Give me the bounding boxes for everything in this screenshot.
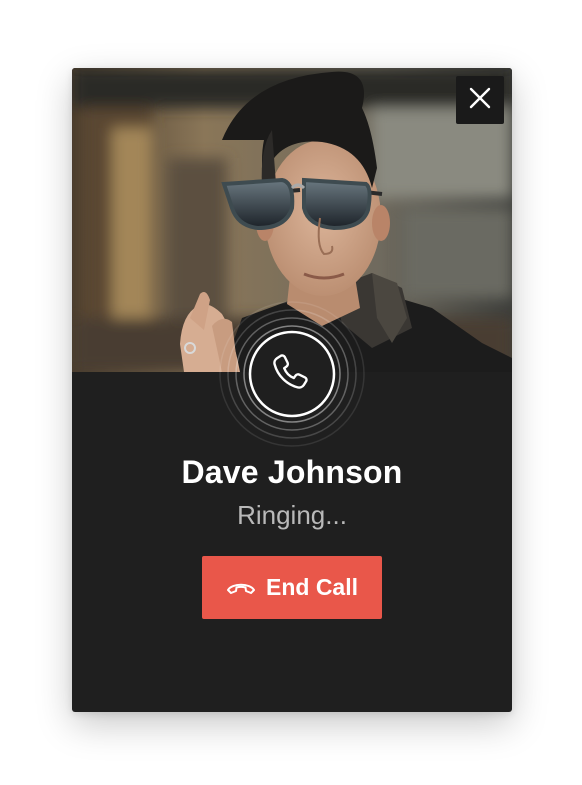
hang-up-icon [226,580,256,596]
close-icon [469,87,491,114]
end-call-button[interactable]: End Call [202,556,382,619]
caller-name: Dave Johnson [181,454,403,490]
call-status: Ringing... [237,500,347,530]
end-call-label: End Call [265,574,358,600]
page: Dave Johnson Ringing... End Call [0,0,582,785]
close-button[interactable] [456,76,504,124]
incoming-call-card: Dave Johnson Ringing... End Call [72,68,512,712]
ringing-indicator [218,300,366,448]
